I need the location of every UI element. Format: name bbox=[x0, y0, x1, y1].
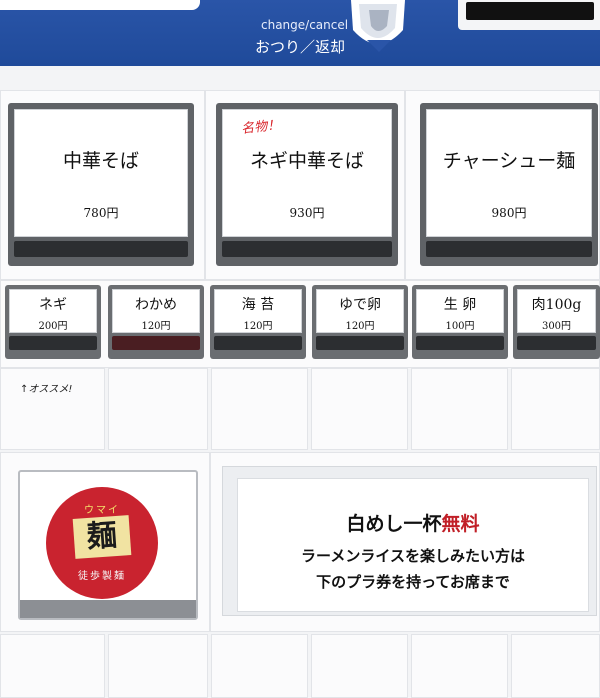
item-name: 中華そば bbox=[62, 150, 139, 172]
item-name: ネギ中華そば bbox=[249, 150, 364, 172]
topping-button-wakame[interactable]: わかめ 120円 bbox=[108, 285, 204, 359]
topping-name: 肉100g bbox=[531, 297, 582, 313]
ticket-card: 中華そば 780円 bbox=[14, 109, 188, 237]
empty-slot bbox=[211, 634, 308, 698]
item-name: チャーシュー麺 bbox=[442, 150, 576, 172]
ticket-button-chuka-soba[interactable]: 中華そば 780円 bbox=[8, 103, 194, 266]
change-cancel-label: change/cancel bbox=[261, 18, 349, 32]
seal-top-text: ウマイ bbox=[84, 505, 120, 516]
empty-slot bbox=[108, 634, 208, 698]
button-light-bar bbox=[416, 336, 504, 350]
bill-slot-opening bbox=[466, 2, 594, 20]
notice-line-1: ラーメンライスを楽しみたい方は bbox=[301, 547, 525, 565]
button-light-bar bbox=[9, 336, 97, 350]
coin-return-lever-icon[interactable] bbox=[347, 0, 409, 56]
topping-name: 海 苔 bbox=[241, 297, 275, 313]
topping-button-meat[interactable]: 肉100g 300円 bbox=[513, 285, 600, 359]
topping-button-raw-egg[interactable]: 生 卵 100円 bbox=[412, 285, 508, 359]
button-light-bar bbox=[316, 336, 404, 350]
bill-slot[interactable] bbox=[458, 0, 600, 30]
topping-button-boiled-egg[interactable]: ゆで卵 120円 bbox=[312, 285, 408, 359]
top-panel: change/cancel おつり／返却 bbox=[0, 0, 600, 66]
empty-slot bbox=[211, 368, 308, 450]
seal-main-text: 麺 bbox=[72, 515, 132, 559]
notice-title: 白めし一杯無料 bbox=[238, 509, 588, 536]
empty-slot bbox=[311, 634, 408, 698]
button-light-bar bbox=[222, 241, 392, 257]
empty-slot bbox=[108, 368, 208, 450]
empty-slot bbox=[311, 368, 408, 450]
topping-card: 肉100g 300円 bbox=[517, 289, 596, 333]
notice-line-2: 下のプラ券を持ってお席まで bbox=[316, 573, 510, 591]
item-price: 980円 bbox=[491, 206, 527, 220]
empty-slot bbox=[511, 634, 600, 698]
item-price: 780円 bbox=[83, 206, 119, 220]
ticket-button-negi-chuka-soba[interactable]: 名物！ ネギ中華そば 930円 bbox=[216, 103, 398, 266]
empty-slot bbox=[411, 634, 508, 698]
topping-card: わかめ 120円 bbox=[112, 289, 200, 333]
ticket-card: チャーシュー麺 980円 bbox=[426, 109, 592, 237]
specialty-tag: 名物！ bbox=[240, 117, 281, 137]
change-cancel-label-jp: おつり／返却 bbox=[255, 38, 346, 56]
topping-price: 100円 bbox=[445, 321, 475, 332]
topping-price: 120円 bbox=[345, 321, 375, 332]
topping-price: 120円 bbox=[141, 321, 171, 332]
ticket-button-chashu-men[interactable]: チャーシュー麺 980円 bbox=[420, 103, 598, 266]
button-light-bar bbox=[517, 336, 596, 350]
recommend-note: ↑オススメ! bbox=[20, 384, 73, 395]
free-rice-notice: 白めし一杯無料 ラーメンライスを楽しみたい方は 下のプラ券を持ってお席まで bbox=[237, 478, 589, 612]
button-light-bar bbox=[426, 241, 592, 257]
topping-price: 200円 bbox=[38, 321, 68, 332]
button-light-bar bbox=[14, 241, 188, 257]
topping-name: ネギ bbox=[39, 297, 67, 313]
topping-card: ゆで卵 120円 bbox=[316, 289, 404, 333]
topping-name: 生 卵 bbox=[443, 297, 477, 313]
topping-card: 海 苔 120円 bbox=[214, 289, 302, 333]
topping-button-negi[interactable]: ネギ 200円 bbox=[5, 285, 101, 359]
notice-title-free: 無料 bbox=[441, 513, 480, 535]
topping-card: ネギ 200円 bbox=[9, 289, 97, 333]
ticket-card: 名物！ ネギ中華そば 930円 bbox=[222, 109, 392, 237]
topping-card: 生 卵 100円 bbox=[416, 289, 504, 333]
brand-label-panel bbox=[0, 0, 200, 10]
seal-bottom-text: 徒歩製麺 bbox=[78, 571, 126, 582]
empty-slot bbox=[411, 368, 508, 450]
topping-price: 120円 bbox=[243, 321, 273, 332]
topping-name: ゆで卵 bbox=[339, 297, 381, 313]
topping-price: 300円 bbox=[541, 321, 572, 332]
noodle-sign-bar bbox=[20, 600, 196, 618]
item-price: 930円 bbox=[289, 206, 325, 220]
topping-button-nori[interactable]: 海 苔 120円 bbox=[210, 285, 306, 359]
noodle-seal-logo: ウマイ 麺 徒歩製麺 bbox=[46, 487, 158, 599]
button-light-bar bbox=[214, 336, 302, 350]
button-light-bar bbox=[112, 336, 200, 350]
empty-slot bbox=[511, 368, 600, 450]
empty-slot bbox=[0, 634, 105, 698]
notice-title-prefix: 白めし一杯 bbox=[346, 513, 442, 535]
topping-name: わかめ bbox=[135, 297, 177, 313]
